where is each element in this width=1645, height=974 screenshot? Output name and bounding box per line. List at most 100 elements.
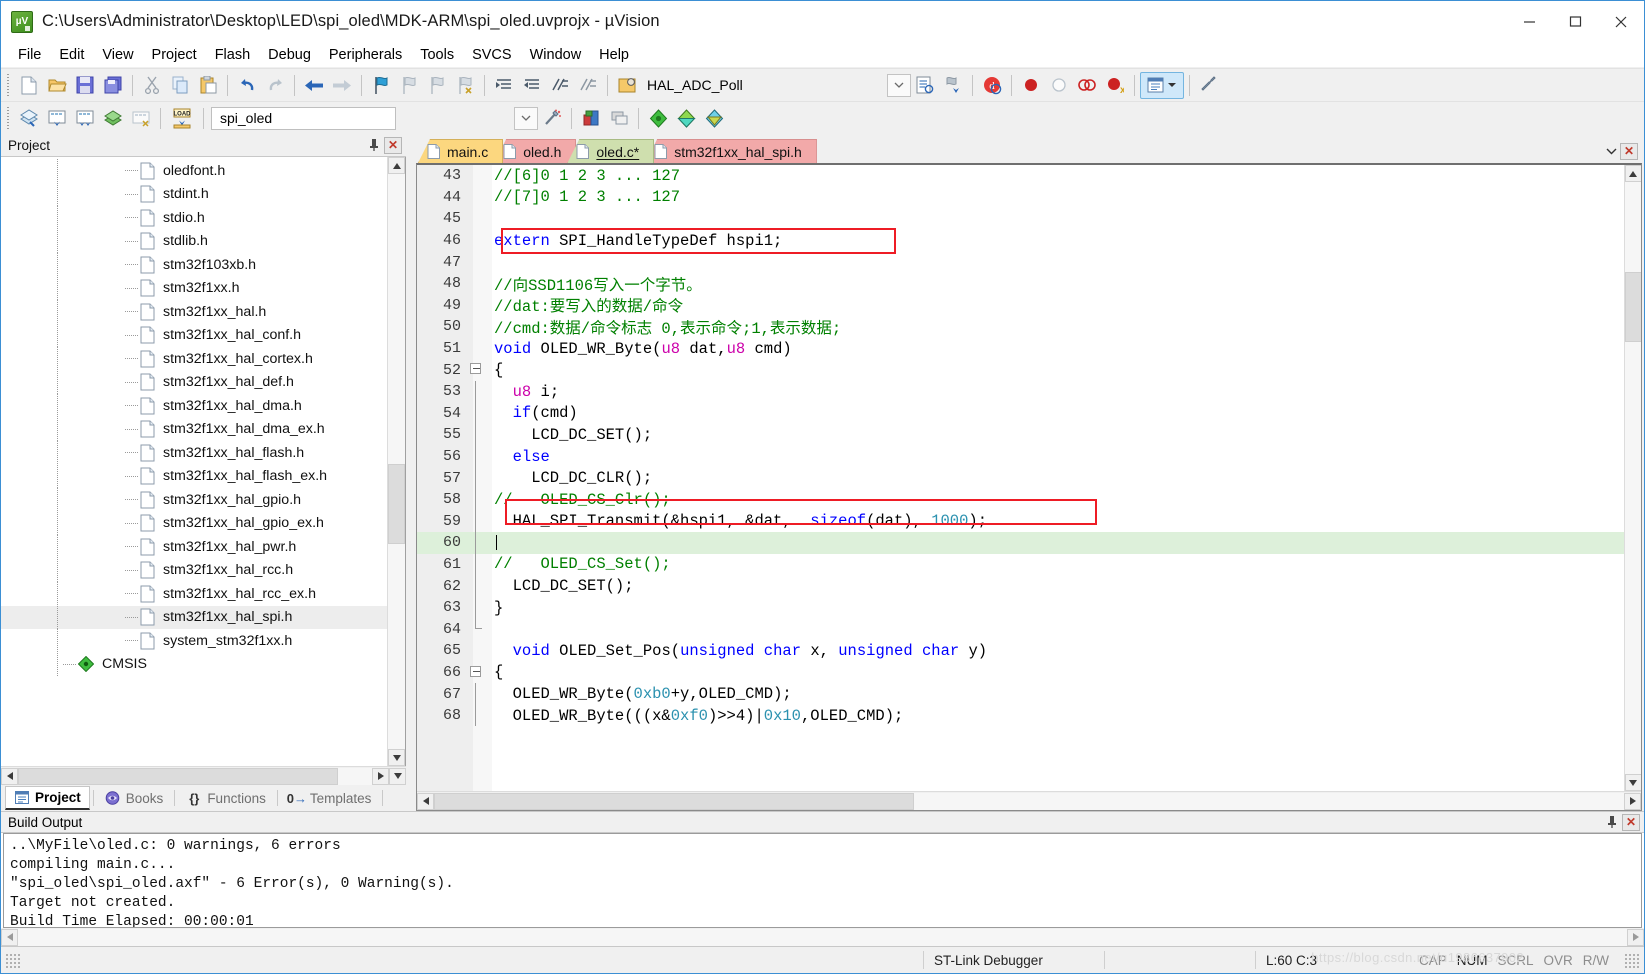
fold-marker[interactable] <box>467 618 486 640</box>
go-to-definition-icon[interactable] <box>613 72 641 99</box>
target-options-icon[interactable] <box>577 105 605 132</box>
stop-build-icon[interactable] <box>127 105 155 132</box>
tree-item-stm32f1xx-hal-cortex-h[interactable]: stm32f1xx_hal_cortex.h <box>1 347 387 371</box>
scroll-down-button[interactable] <box>388 749 405 766</box>
insert-bookmark-arrow-icon[interactable] <box>939 72 967 99</box>
toolbar-grip[interactable] <box>5 74 12 96</box>
fold-marker[interactable] <box>467 467 486 489</box>
pin-icon[interactable] <box>1602 813 1622 832</box>
vscroll-thumb[interactable] <box>388 464 405 544</box>
fold-marker[interactable] <box>467 187 486 209</box>
fold-marker[interactable] <box>467 640 486 662</box>
menu-file[interactable]: File <box>9 45 50 65</box>
uncomment-icon[interactable] <box>574 72 602 99</box>
disable-breakpoint-icon[interactable] <box>1045 72 1073 99</box>
bookmark-prev-icon[interactable] <box>395 72 423 99</box>
bottom-tab-functions[interactable]: {} Functions <box>178 786 274 810</box>
minimize-button[interactable] <box>1506 1 1552 42</box>
tree-item-stm32f1xx-hal-spi-h[interactable]: stm32f1xx_hal_spi.h <box>1 605 387 629</box>
close-button[interactable] <box>1598 1 1644 42</box>
fold-marker[interactable] <box>467 683 486 705</box>
paste-icon[interactable] <box>194 72 222 99</box>
new-file-icon[interactable] <box>15 72 43 99</box>
hscroll-track[interactable] <box>18 767 372 785</box>
project-tree-vscrollbar[interactable] <box>387 157 405 766</box>
tree-item-stm32f1xx-hal-flash-h[interactable]: stm32f1xx_hal_flash.h <box>1 441 387 465</box>
manage-run-time-env-icon[interactable] <box>605 105 633 132</box>
pack-installer-green-icon[interactable] <box>644 105 672 132</box>
editor-vscroll-thumb[interactable] <box>1624 272 1641 342</box>
translate-icon[interactable] <box>15 105 43 132</box>
maximize-button[interactable] <box>1552 1 1598 42</box>
fold-marker[interactable] <box>467 445 486 468</box>
fold-marker[interactable] <box>467 488 486 511</box>
tree-item-cmsis[interactable]: CMSIS <box>1 652 387 677</box>
insert-breakpoint-icon[interactable] <box>1017 72 1045 99</box>
tree-item-stm32f1xx-hal-gpio-ex-h[interactable]: stm32f1xx_hal_gpio_ex.h <box>1 511 387 536</box>
editor-scroll-left-button[interactable] <box>417 792 434 810</box>
project-tree[interactable]: oledfont.h stdint.h stdio.h stdlib.h stm32f1… <box>1 157 387 766</box>
fold-marker[interactable] <box>467 316 486 338</box>
save-icon[interactable] <box>71 72 99 99</box>
bottom-tab-project[interactable]: Project <box>5 786 90 810</box>
bottom-tab-books[interactable]: Books <box>97 786 172 810</box>
tree-item-stdint-h[interactable]: stdint.h <box>1 182 387 207</box>
tree-item-system-stm32f1xx-h[interactable]: system_stm32f1xx.h <box>1 629 387 653</box>
manage-project-items-icon[interactable] <box>538 105 566 132</box>
bookmark-toggle-icon[interactable] <box>367 72 395 99</box>
fold-marker[interactable] <box>467 359 486 381</box>
download-icon[interactable]: LOAD <box>166 105 198 132</box>
tree-item-stm32f1xx-hal-h[interactable]: stm32f1xx_hal.h <box>1 300 387 324</box>
tree-item-stm32f1xx-h[interactable]: stm32f1xx.h <box>1 276 387 301</box>
fold-marker[interactable] <box>467 424 486 446</box>
status-resize-grip[interactable] <box>5 952 20 968</box>
fold-marker[interactable] <box>467 662 486 684</box>
menu-help[interactable]: Help <box>590 45 638 65</box>
navigate-forward-icon[interactable] <box>328 72 356 99</box>
fold-marker[interactable] <box>467 251 486 273</box>
menu-svcs[interactable]: SVCS <box>463 45 521 65</box>
vscroll-track[interactable] <box>388 174 405 749</box>
fold-marker[interactable] <box>467 230 486 252</box>
scroll-extra-button[interactable] <box>389 767 406 785</box>
pack-installer-blue-icon[interactable] <box>700 105 728 132</box>
editor-tab-oled-c-[interactable]: oled.c* <box>567 139 655 163</box>
tree-item-stm32f1xx-hal-dma-h[interactable]: stm32f1xx_hal_dma.h <box>1 394 387 418</box>
target-combo-arrow[interactable] <box>887 73 911 97</box>
fold-marker[interactable] <box>467 165 486 187</box>
fold-marker[interactable] <box>467 510 486 533</box>
project-window-icon[interactable] <box>1140 71 1184 99</box>
menu-debug[interactable]: Debug <box>259 45 320 65</box>
tree-item-stm32f1xx-hal-def-h[interactable]: stm32f1xx_hal_def.h <box>1 370 387 395</box>
editor-scroll-down-button[interactable] <box>1624 774 1641 791</box>
undo-icon[interactable] <box>233 72 261 99</box>
build-scroll-right-button[interactable] <box>1627 928 1644 946</box>
tree-item-stm32f1xx-hal-flash-ex-h[interactable]: stm32f1xx_hal_flash_ex.h <box>1 464 387 489</box>
tree-item-stm32f103xb-h[interactable]: stm32f103xb.h <box>1 253 387 277</box>
menu-tools[interactable]: Tools <box>411 45 463 65</box>
menu-window[interactable]: Window <box>521 45 591 65</box>
fold-marker[interactable] <box>467 402 486 425</box>
pack-installer-teal-icon[interactable] <box>672 105 700 132</box>
tree-item-stm32f1xx-hal-gpio-h[interactable]: stm32f1xx_hal_gpio.h <box>1 488 387 512</box>
scroll-left-button[interactable] <box>1 767 18 785</box>
editor-hscrollbar[interactable] <box>417 791 1641 810</box>
editor-tab-oled-h[interactable]: oled.h <box>494 139 577 163</box>
fold-marker[interactable] <box>467 295 486 317</box>
comment-icon[interactable] <box>546 72 574 99</box>
project-combo-arrow[interactable] <box>514 106 538 130</box>
cut-icon[interactable] <box>138 72 166 99</box>
copy-icon[interactable] <box>166 72 194 99</box>
project-target-combo[interactable]: spi_oled <box>211 106 396 130</box>
indent-icon[interactable] <box>490 72 518 99</box>
batch-build-icon[interactable] <box>99 105 127 132</box>
tree-item-stm32f1xx-hal-rcc-ex-h[interactable]: stm32f1xx_hal_rcc_ex.h <box>1 582 387 606</box>
target-selector-combo[interactable]: HAL_ADC_Poll <box>641 73 911 97</box>
tree-item-stm32f1xx-hal-rcc-h[interactable]: stm32f1xx_hal_rcc.h <box>1 558 387 583</box>
fold-marker[interactable] <box>467 596 486 619</box>
fold-marker[interactable] <box>467 553 486 576</box>
editor-tab-main-c[interactable]: main.c <box>418 139 504 163</box>
pin-icon[interactable] <box>364 136 384 155</box>
fold-marker[interactable] <box>467 532 486 554</box>
editor-hscroll-track[interactable] <box>434 792 1624 810</box>
